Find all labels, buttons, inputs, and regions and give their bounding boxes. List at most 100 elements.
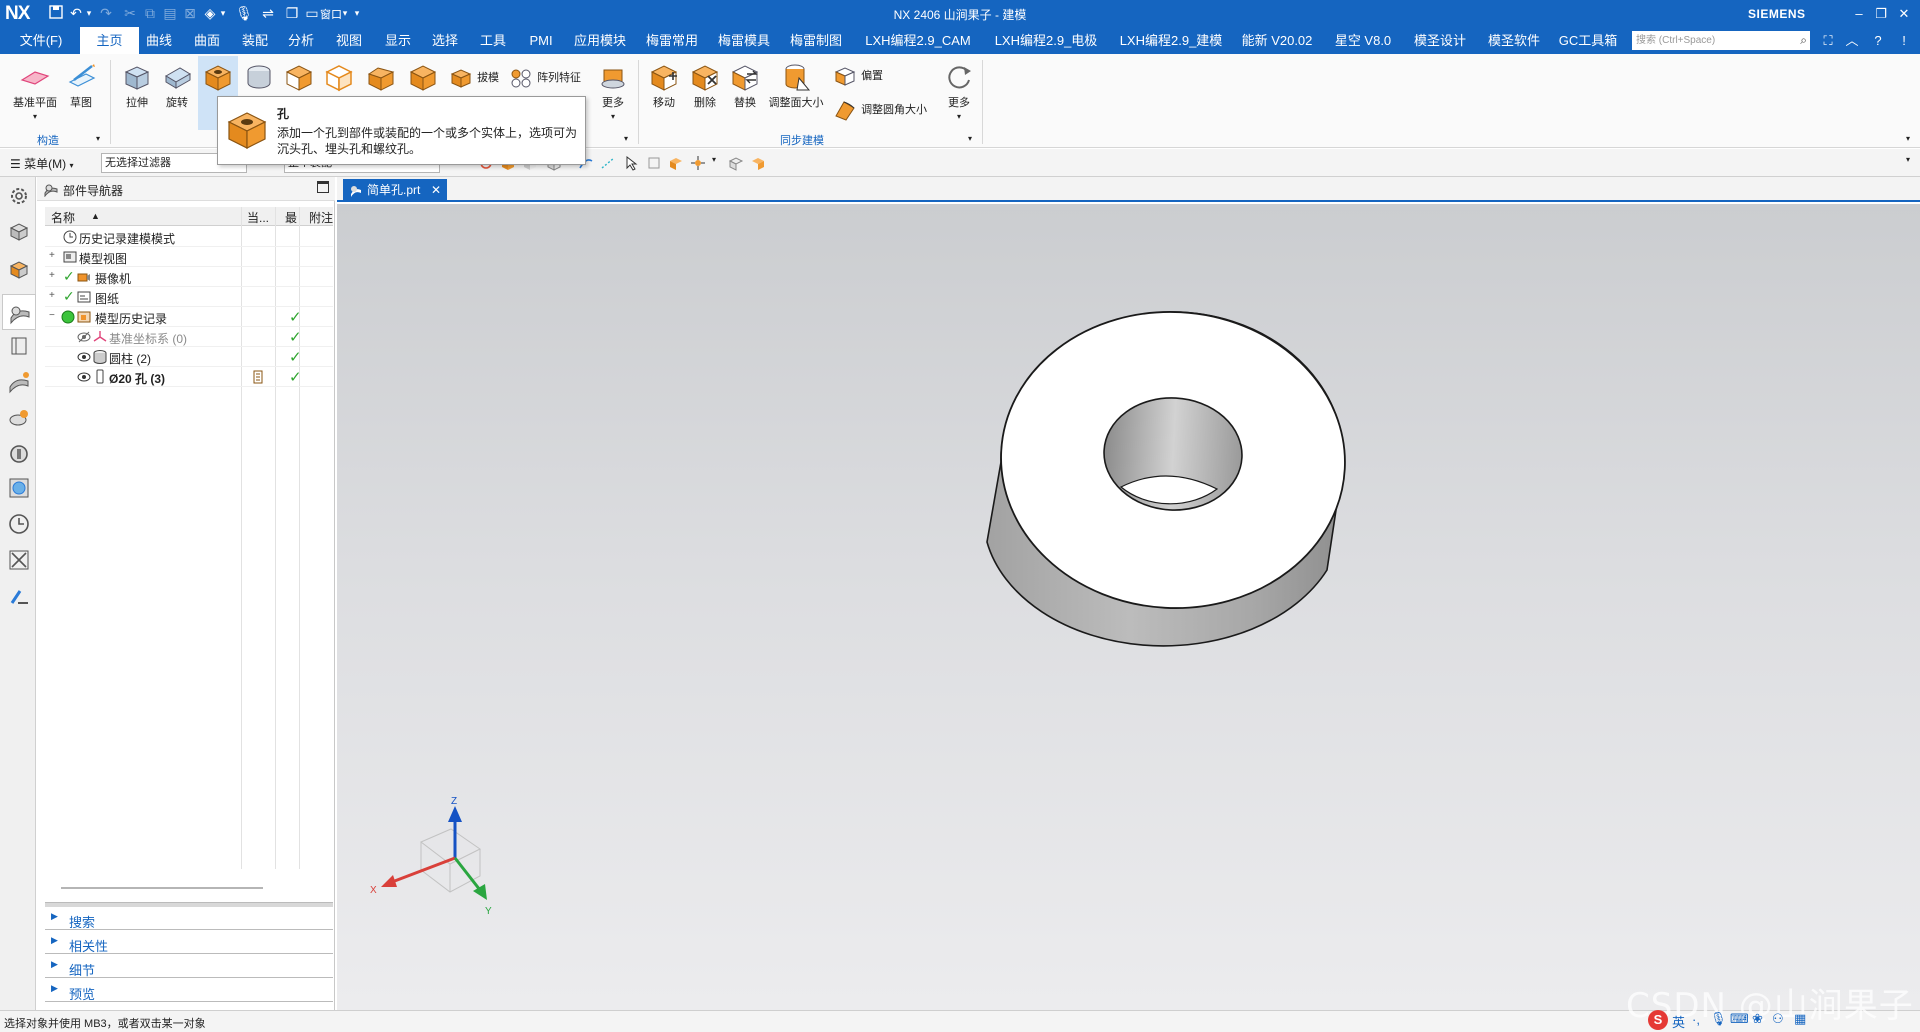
search-icon[interactable]: ⌕ <box>1800 31 1807 50</box>
revolve-button[interactable]: 旋转 <box>158 62 196 110</box>
tab-home[interactable]: 主页 <box>80 27 139 54</box>
hidden-eye-icon[interactable] <box>77 330 91 344</box>
chamfer-button[interactable] <box>362 62 400 92</box>
tab-view[interactable]: 视图 <box>332 27 366 54</box>
datum-plane-dropdown-icon[interactable]: ▾ <box>33 112 37 121</box>
accordion-dependencies[interactable]: ▶ 相关性 <box>45 932 333 954</box>
restore-icon[interactable]: ❐ <box>1870 4 1892 23</box>
toolbox-icon[interactable]: ▦ <box>1794 1011 1806 1027</box>
datum-plane-button[interactable]: 基准平面 ▾ <box>10 62 60 122</box>
tab-gc-toolbox[interactable]: GC工具箱 <box>1556 27 1620 54</box>
main-menu-button[interactable]: ☰ 菜单(M) ▾ <box>10 155 73 172</box>
tab-applications[interactable]: 应用模块 <box>570 27 630 54</box>
delete-face-button[interactable]: 删除 <box>686 62 724 110</box>
keyboard-icon[interactable]: ⌨ <box>1730 1011 1749 1027</box>
constraint-navigator-icon[interactable] <box>6 257 32 283</box>
tab-display[interactable]: 显示 <box>381 27 415 54</box>
tab-meilei-drawing[interactable]: 梅雷制图 <box>786 27 846 54</box>
process-studio-icon[interactable] <box>6 475 32 501</box>
collapse-ribbon-icon[interactable]: ︿ <box>1842 31 1862 50</box>
tab-file[interactable]: 文件(F) <box>8 27 74 54</box>
cylinder-body[interactable] <box>986 303 1353 647</box>
history-palette-icon[interactable] <box>6 441 32 467</box>
tree-node-model-views[interactable]: + 模型视图 <box>45 247 333 267</box>
more-sync-dropdown-icon[interactable]: ▾ <box>957 112 961 121</box>
trim-body-button[interactable] <box>404 62 442 92</box>
history-icon[interactable] <box>6 511 32 537</box>
close-tab-icon[interactable]: ✕ <box>431 179 441 202</box>
extrude-button[interactable]: 拉伸 <box>118 62 156 110</box>
select-arrow-icon[interactable] <box>624 155 640 171</box>
tab-mosheng-software[interactable]: 模圣软件 <box>1484 27 1544 54</box>
resize-blend-button[interactable]: 调整圆角大小 <box>832 98 927 122</box>
tab-meilei-mold[interactable]: 梅雷模具 <box>714 27 774 54</box>
ime-language[interactable]: 英 <box>1672 1012 1685 1031</box>
tab-meilei-common[interactable]: 梅雷常用 <box>642 27 702 54</box>
gamepad-icon[interactable]: ⚇ <box>1772 1011 1784 1027</box>
assembly-navigator-icon[interactable] <box>6 219 32 245</box>
fullscreen-icon[interactable]: ⛶ <box>1818 31 1838 50</box>
boss-button[interactable] <box>240 62 278 92</box>
face-rule-icon[interactable] <box>668 155 684 171</box>
visible-eye-icon[interactable] <box>77 350 91 364</box>
sketch-button[interactable]: 草图 <box>62 62 100 110</box>
collapse-icon[interactable]: − <box>49 310 59 321</box>
tree-node-history-mode[interactable]: 历史记录建模模式 <box>45 227 333 247</box>
settings-icon[interactable] <box>6 183 32 209</box>
tab-lxh-electrode[interactable]: LXH编程2.9_电极 <box>988 27 1104 54</box>
construct-group-dropdown-icon[interactable]: ▾ <box>96 134 100 143</box>
accordion-search[interactable]: ▶ 搜索 <box>45 908 333 930</box>
tab-lxh-cam[interactable]: LXH编程2.9_CAM <box>860 27 976 54</box>
reuse-library-icon[interactable] <box>6 333 32 359</box>
offset-face-button[interactable]: 偏置 <box>832 64 883 88</box>
tab-select[interactable]: 选择 <box>428 27 462 54</box>
add-point-icon[interactable] <box>690 155 706 171</box>
expand-icon[interactable]: + <box>49 250 59 261</box>
column-name[interactable]: 名称 <box>51 209 75 226</box>
sync-group-dropdown-icon[interactable]: ▾ <box>968 134 972 143</box>
view-triad[interactable]: Z X Y <box>370 796 492 917</box>
panel-splitter[interactable] <box>45 902 333 907</box>
blend-button[interactable] <box>280 62 318 92</box>
ribbon-options-dropdown-icon[interactable]: ▾ <box>1906 134 1910 143</box>
punctuation-icon[interactable]: ·, <box>1692 1012 1700 1027</box>
close-icon[interactable]: ✕ <box>1893 4 1915 23</box>
tab-pmi[interactable]: PMI <box>524 27 558 54</box>
part-navigator-icon[interactable] <box>2 294 36 330</box>
tab-tools[interactable]: 工具 <box>476 27 510 54</box>
accordion-preview[interactable]: ▶ 预览 <box>45 980 333 1002</box>
graphics-window[interactable]: Z X Y <box>337 204 1920 1010</box>
replace-face-button[interactable]: 替换 <box>726 62 764 110</box>
draft-button[interactable]: 拔模 <box>448 66 499 90</box>
column-notes[interactable]: 附注 <box>309 209 333 226</box>
hd3d-tools-icon[interactable] <box>6 369 32 395</box>
feature-group-dropdown-icon[interactable]: ▾ <box>624 134 628 143</box>
system-materials-icon[interactable] <box>6 547 32 573</box>
pattern-feature-button[interactable]: 阵列特征 <box>508 66 581 90</box>
role-icon[interactable] <box>6 583 32 609</box>
model-canvas[interactable]: Z X Y <box>337 204 1920 1010</box>
voice-input-icon[interactable]: 🎙 <box>1710 1011 1727 1027</box>
tab-lxh-modeling[interactable]: LXH编程2.9_建模 <box>1114 27 1228 54</box>
web-browser-icon[interactable] <box>6 405 32 431</box>
tree-node-cylinder[interactable]: 圆柱 (2) ✓ <box>45 347 333 367</box>
accordion-details[interactable]: ▶ 细节 <box>45 956 333 978</box>
tab-mosheng-design[interactable]: 模圣设计 <box>1410 27 1470 54</box>
tab-surface[interactable]: 曲面 <box>190 27 224 54</box>
maximize-panel-icon[interactable] <box>317 181 329 193</box>
tree-node-model-history[interactable]: − 模型历史记录 ✓ <box>45 307 333 327</box>
expand-icon[interactable]: + <box>49 270 59 281</box>
resize-face-button[interactable]: 调整面大小 <box>766 62 826 110</box>
alert-icon[interactable]: ! <box>1894 31 1914 50</box>
document-tab[interactable]: 简单孔.prt ✕ <box>343 179 447 202</box>
expand-icon[interactable]: + <box>49 290 59 301</box>
tree-node-cameras[interactable]: + ✓ 摄像机 <box>45 267 333 287</box>
point-options-dropdown-icon[interactable]: ▾ <box>712 155 716 164</box>
more-sync-button[interactable]: 更多 ▾ <box>940 62 978 122</box>
column-current[interactable]: 当... <box>247 209 269 226</box>
highlight-icon[interactable] <box>646 155 662 171</box>
tab-curve[interactable]: 曲线 <box>142 27 176 54</box>
more-features-button[interactable]: 更多 ▾ <box>594 62 632 122</box>
tab-xingkong[interactable]: 星空 V8.0 <box>1330 27 1396 54</box>
point-snap-icon[interactable] <box>600 155 616 171</box>
